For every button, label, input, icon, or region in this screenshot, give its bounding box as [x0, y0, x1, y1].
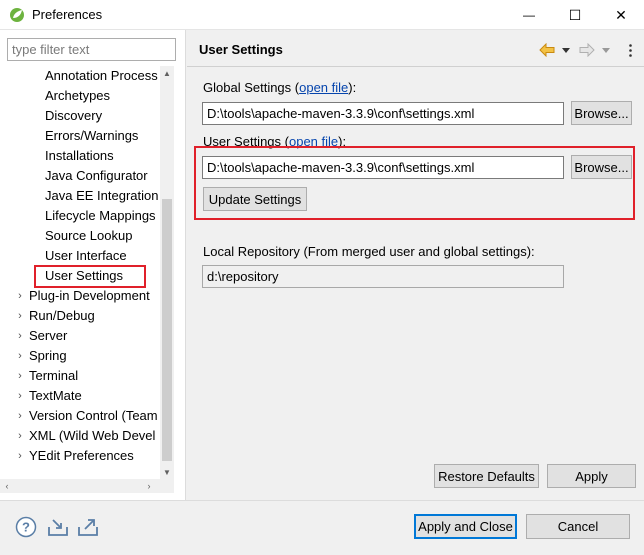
back-dropdown-icon[interactable] — [561, 40, 571, 60]
scroll-thumb[interactable] — [162, 199, 172, 461]
expand-chevron-icon[interactable]: › — [15, 386, 25, 406]
tree-category[interactable]: Version Control (Team — [29, 406, 158, 426]
scroll-right-icon[interactable]: › — [142, 479, 156, 493]
global-open-file-link[interactable]: open file — [299, 80, 348, 95]
expand-chevron-icon[interactable]: › — [15, 406, 25, 426]
global-settings-label: Global Settings (open file): — [203, 80, 357, 95]
filter-input[interactable] — [7, 38, 176, 61]
tree-item[interactable]: Lifecycle Mappings — [45, 206, 156, 226]
global-browse-button[interactable]: Browse... — [571, 101, 632, 125]
update-settings-button[interactable]: Update Settings — [203, 187, 307, 211]
close-icon: ✕ — [615, 6, 627, 23]
tree-item[interactable]: User Interface — [45, 246, 127, 266]
tree-item[interactable]: Java Configurator — [45, 166, 148, 186]
user-browse-button[interactable]: Browse... — [571, 155, 632, 179]
eclipse-spring-icon — [10, 8, 24, 22]
tree-horizontal-scrollbar[interactable]: ‹ › — [0, 479, 174, 493]
expand-chevron-icon[interactable]: › — [15, 306, 25, 326]
tree-item[interactable]: Archetypes — [45, 86, 110, 106]
tree-category[interactable]: XML (Wild Web Devel — [29, 426, 155, 446]
tree-item[interactable]: Discovery — [45, 106, 102, 126]
title-bar: Preferences — ☐ ✕ — [0, 0, 644, 30]
cancel-button[interactable]: Cancel — [526, 514, 630, 539]
local-repository-label: Local Repository (From merged user and g… — [203, 244, 535, 259]
tree-category[interactable]: TextMate — [29, 386, 82, 406]
apply-and-close-button[interactable]: Apply and Close — [414, 514, 517, 539]
expand-chevron-icon[interactable]: › — [15, 346, 25, 366]
maximize-icon: ☐ — [568, 6, 582, 23]
tree-item[interactable]: Java EE Integration — [45, 186, 158, 206]
tree-item[interactable]: Errors/Warnings — [45, 126, 138, 146]
close-button[interactable]: ✕ — [598, 0, 644, 30]
minimize-icon: — — [523, 8, 535, 22]
tree-item[interactable]: Source Lookup — [45, 226, 132, 246]
minimize-button[interactable]: — — [506, 0, 552, 30]
page-navigation — [539, 40, 639, 60]
tree-category[interactable]: Terminal — [29, 366, 78, 386]
expand-chevron-icon[interactable]: › — [15, 326, 25, 346]
expand-chevron-icon[interactable]: › — [15, 286, 25, 306]
window-title: Preferences — [32, 7, 103, 22]
tree-item[interactable]: Installations — [45, 146, 114, 166]
page-title: User Settings — [199, 42, 283, 57]
more-options-icon[interactable] — [625, 40, 635, 60]
tree-vertical-scrollbar[interactable]: ▲ ▼ — [160, 66, 174, 479]
preference-page: User Settings Global Settings (open file… — [187, 30, 644, 500]
preferences-tree-panel: Annotation ProcessArchetypesDiscoveryErr… — [0, 30, 186, 500]
apply-button[interactable]: Apply — [547, 464, 636, 488]
tree-category[interactable]: Server — [29, 326, 67, 346]
tree-category[interactable]: Spring — [29, 346, 67, 366]
local-repository-field: d:\repository — [202, 265, 564, 288]
forward-arrow-icon — [579, 40, 595, 60]
maximize-button[interactable]: ☐ — [552, 0, 598, 30]
global-settings-field[interactable]: D:\tools\apache-maven-3.3.9\conf\setting… — [202, 102, 564, 125]
tree-category[interactable]: Plug-in Development — [29, 286, 150, 306]
export-icon[interactable] — [76, 515, 100, 539]
dialog-footer: ? Apply and Close Cancel — [0, 500, 644, 555]
restore-defaults-button[interactable]: Restore Defaults — [434, 464, 539, 488]
tree-category[interactable]: YEdit Preferences — [29, 446, 134, 466]
title-separator — [187, 66, 644, 67]
expand-chevron-icon[interactable]: › — [15, 366, 25, 386]
user-settings-field[interactable]: D:\tools\apache-maven-3.3.9\conf\setting… — [202, 156, 564, 179]
back-arrow-icon[interactable] — [539, 40, 555, 60]
import-icon[interactable] — [46, 515, 70, 539]
forward-dropdown-icon — [601, 40, 611, 60]
selected-item-highlight — [34, 265, 146, 288]
scroll-up-icon[interactable]: ▲ — [160, 66, 174, 80]
expand-chevron-icon[interactable]: › — [15, 426, 25, 446]
expand-chevron-icon[interactable]: › — [15, 446, 25, 466]
tree-category[interactable]: Run/Debug — [29, 306, 95, 326]
tree-item[interactable]: Annotation Process — [45, 66, 158, 86]
help-icon[interactable]: ? — [14, 515, 38, 539]
scroll-left-icon[interactable]: ‹ — [0, 479, 14, 493]
svg-text:?: ? — [22, 520, 30, 535]
scroll-down-icon[interactable]: ▼ — [160, 465, 174, 479]
